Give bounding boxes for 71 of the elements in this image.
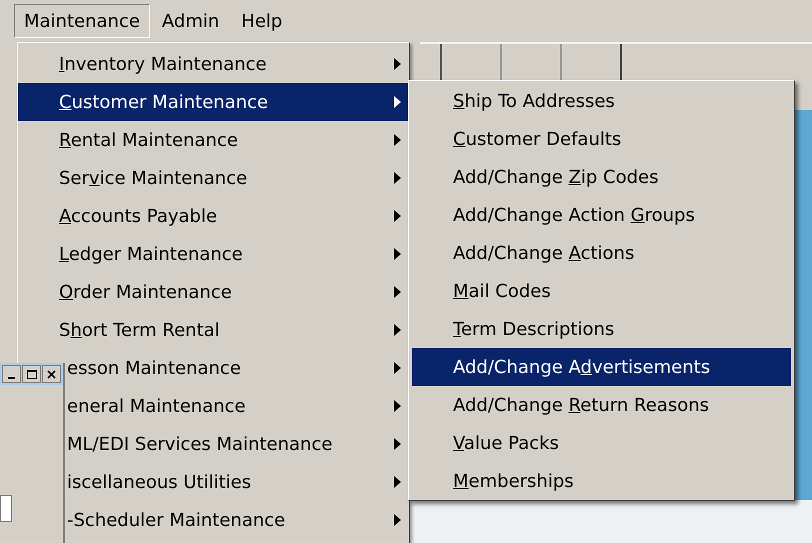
menu-item-label: Term Descriptions xyxy=(453,318,614,342)
menu-item-label: Inventory Maintenance xyxy=(59,52,267,76)
submenu-arrow-icon xyxy=(394,324,401,336)
submenu-arrow-icon xyxy=(394,58,401,70)
menu-item-label: Ledger Maintenance xyxy=(59,242,243,266)
menu-item[interactable]: Inventory Maintenance xyxy=(18,45,409,83)
menu-item-label: Maintenance xyxy=(24,10,140,34)
menu-item-label: Mail Codes xyxy=(453,280,551,304)
menu-bar-item[interactable]: Help xyxy=(231,4,292,38)
menu-item-label: Memberships xyxy=(453,470,574,494)
menu-bar-item[interactable]: Admin xyxy=(152,4,230,38)
menu-item[interactable]: Order Maintenance xyxy=(18,273,409,311)
menu-item[interactable]: iscellaneous Utilities xyxy=(67,463,409,501)
menu-item[interactable]: Customer Maintenance xyxy=(18,83,409,121)
menu-item[interactable]: eneral Maintenance xyxy=(67,387,409,425)
submenu-arrow-icon xyxy=(394,438,401,450)
menu-bar-item[interactable]: Maintenance xyxy=(14,4,150,38)
menu-item[interactable]: Service Maintenance xyxy=(18,159,409,197)
menu-item[interactable]: Ship To Addresses xyxy=(412,82,791,120)
submenu-arrow-icon xyxy=(394,248,401,260)
menu-item-label: Ship To Addresses xyxy=(453,90,615,114)
submenu-arrow-icon xyxy=(394,172,401,184)
menu-item-label: eneral Maintenance xyxy=(67,394,246,418)
menu-item[interactable]: ML/EDI Services Maintenance xyxy=(67,425,409,463)
menu-item-label: Help xyxy=(241,10,282,34)
submenu-arrow-icon xyxy=(394,96,401,108)
menu-item[interactable]: Add/Change Return Reasons xyxy=(412,386,791,424)
menu-item-label: ML/EDI Services Maintenance xyxy=(67,432,332,456)
menu-item-label: Add/Change Zip Codes xyxy=(453,166,659,190)
menu-item-label: Add/Change Action Groups xyxy=(453,204,695,228)
menu-item[interactable]: Customer Defaults xyxy=(412,120,791,158)
maximize-icon[interactable] xyxy=(22,365,41,383)
menu-item-label: Value Packs xyxy=(453,432,559,456)
menu-item[interactable]: Value Packs xyxy=(412,424,791,462)
menu-item[interactable]: Short Term Rental xyxy=(18,311,409,349)
menu-item-label: Short Term Rental xyxy=(59,318,220,342)
menu-item-label: Add/Change Advertisements xyxy=(453,356,710,380)
menu-item-label: Customer Maintenance xyxy=(59,90,268,114)
menu-item[interactable]: Term Descriptions xyxy=(412,310,791,348)
menu-item[interactable]: Mail Codes xyxy=(412,272,791,310)
minimize-icon[interactable] xyxy=(2,365,21,383)
submenu-arrow-icon xyxy=(394,400,401,412)
menu-item-label: Add/Change Actions xyxy=(453,242,634,266)
menu-item[interactable]: Ledger Maintenance xyxy=(18,235,409,273)
menu-item-label: Customer Defaults xyxy=(453,128,622,152)
menu-item[interactable]: esson Maintenance xyxy=(67,349,409,387)
input-field[interactable] xyxy=(0,495,12,522)
menu-item[interactable]: Add/Change Zip Codes xyxy=(412,158,791,196)
submenu-arrow-icon xyxy=(394,362,401,374)
menu-item-label: Accounts Payable xyxy=(59,204,218,228)
submenu-arrow-icon xyxy=(394,210,401,222)
menu-item[interactable]: Add/Change Advertisements xyxy=(412,348,791,386)
close-icon[interactable] xyxy=(42,365,61,383)
menu-item[interactable]: Memberships xyxy=(412,462,791,500)
submenu-arrow-icon xyxy=(394,476,401,488)
menu-item-label: Service Maintenance xyxy=(59,166,248,190)
menu-item-label: Rental Maintenance xyxy=(59,128,238,152)
submenu-arrow-icon xyxy=(394,134,401,146)
submenu-arrow-icon xyxy=(394,286,401,298)
menu-item-label: -Scheduler Maintenance xyxy=(67,508,286,532)
menu-item-label: esson Maintenance xyxy=(67,356,241,380)
menu-item[interactable]: Add/Change Actions xyxy=(412,234,791,272)
menu-item-label: Admin xyxy=(162,10,220,34)
menu-item[interactable]: -Scheduler Maintenance xyxy=(67,501,409,539)
menu-item[interactable]: Add/Change Action Groups xyxy=(412,196,791,234)
submenu-arrow-icon xyxy=(394,514,401,526)
menu-item-label: iscellaneous Utilities xyxy=(67,470,252,494)
menu-item-label: Add/Change Return Reasons xyxy=(453,394,709,418)
menu-item[interactable]: Accounts Payable xyxy=(18,197,409,235)
menu-item-label: Order Maintenance xyxy=(59,280,232,304)
menu-item[interactable]: Rental Maintenance xyxy=(18,121,409,159)
